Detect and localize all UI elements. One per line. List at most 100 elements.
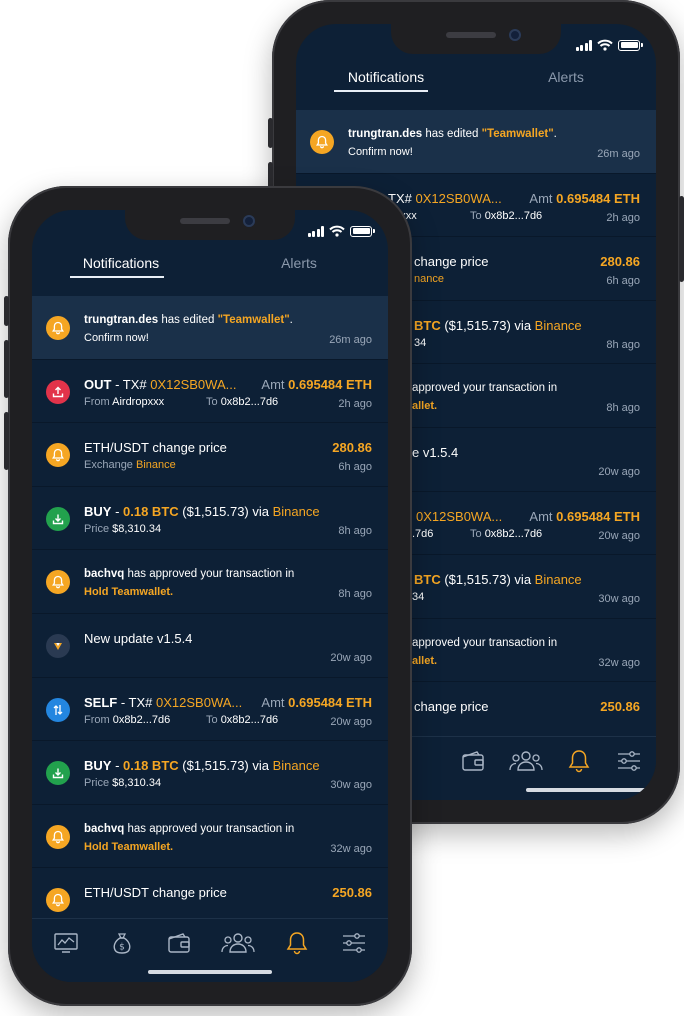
home-indicator[interactable] xyxy=(526,788,650,792)
list-item[interactable]: bachvq has approved your transaction in … xyxy=(32,805,388,869)
item-time: 26m ago xyxy=(597,148,640,160)
nav-notifications[interactable] xyxy=(562,747,596,775)
item-time: 8h ago xyxy=(338,588,372,601)
item-time: 20w ago xyxy=(598,465,640,478)
list-item[interactable]: ETH/USDT change price 250.86 xyxy=(32,868,388,918)
tab-alerts[interactable]: Alerts xyxy=(476,69,656,85)
list-item[interactable]: ETH/USDT change price Exchange Binance 2… xyxy=(32,423,388,487)
bell-icon xyxy=(568,750,590,773)
item-to: To 0x8b2...7d6 xyxy=(470,209,543,222)
bell-icon xyxy=(46,888,70,913)
signal-icon xyxy=(575,39,592,51)
tab-alerts[interactable]: Alerts xyxy=(210,255,388,271)
wifi-icon xyxy=(329,225,345,237)
item-title: BUY - 0.18 BTC ($1,515.73) via Binance xyxy=(84,503,320,519)
nav-settings[interactable] xyxy=(337,929,371,957)
list-item[interactable]: SELF - TX# 0X12SB0WA... Amt 0.695484 ETH… xyxy=(32,678,388,742)
front-screen: Notifications Alerts trungtran.des has e… xyxy=(32,210,388,982)
item-time: 8h ago xyxy=(606,338,640,351)
bell-icon xyxy=(46,316,70,340)
item-to: To 0x8b2...7d6 xyxy=(206,713,279,726)
svg-text:$: $ xyxy=(120,943,126,953)
nav-team[interactable] xyxy=(506,747,546,775)
list-item[interactable]: OUT - TX# 0X12SB0WA... Amt 0.695484 ETH … xyxy=(32,360,388,424)
list-item[interactable]: bachvq has approved your transaction in … xyxy=(32,550,388,614)
item-title: BTC ($1,515.73) via Binance xyxy=(414,572,582,588)
status-bar xyxy=(307,224,375,238)
item-amount: Amt 0.695484 ETH xyxy=(529,190,640,206)
item-subtitle: Confirm now! xyxy=(348,146,413,158)
item-title: 0X12SB0WA... xyxy=(416,508,503,524)
upload-icon xyxy=(46,379,70,404)
item-subtitle: Exchange Binance xyxy=(84,459,176,472)
app-logo-icon xyxy=(46,633,70,658)
list-item[interactable]: New update v1.5.4 20w ago xyxy=(32,614,388,678)
item-time: 30w ago xyxy=(598,593,640,606)
item-time: 6h ago xyxy=(338,461,372,474)
item-title: SELF - TX# 0X12SB0WA... xyxy=(84,694,243,710)
list-item[interactable]: BUY - 0.18 BTC ($1,515.73) via Binance P… xyxy=(32,487,388,551)
tab-notifications[interactable]: Notifications xyxy=(296,69,476,85)
nav-chart[interactable] xyxy=(49,929,83,957)
status-bar xyxy=(575,38,643,52)
nav-wallet[interactable] xyxy=(456,747,490,775)
home-indicator[interactable] xyxy=(148,970,272,974)
list-item[interactable]: BUY - 0.18 BTC ($1,515.73) via Binance P… xyxy=(32,741,388,805)
chart-icon xyxy=(54,933,78,953)
notification-list: trungtran.des has edited "Teamwallet". C… xyxy=(32,296,388,918)
item-subtitle: 34 xyxy=(412,591,425,604)
list-item[interactable]: trungtran.des has edited "Teamwallet". C… xyxy=(296,110,656,174)
item-amount: Amt 0.695484 ETH xyxy=(261,376,372,392)
nav-team[interactable] xyxy=(218,929,258,957)
item-subtitle: 34 xyxy=(414,336,427,349)
nav-money[interactable]: $ xyxy=(105,929,139,957)
money-bag-icon: $ xyxy=(114,933,131,954)
battery-icon xyxy=(350,225,375,237)
item-title: trungtran.des has edited "Teamwallet". xyxy=(348,128,557,140)
item-value: 280.86 xyxy=(332,440,372,456)
nav-wallet[interactable] xyxy=(162,929,196,957)
tab-underline xyxy=(70,276,164,278)
team-icon xyxy=(509,751,543,771)
notch xyxy=(125,210,295,240)
item-title: BTC ($1,515.73) via Binance xyxy=(414,317,582,333)
nav-notifications[interactable] xyxy=(280,929,314,957)
item-title: OUT - TX# 0X12SB0WA... xyxy=(84,376,237,392)
signal-icon xyxy=(307,225,324,237)
download-icon xyxy=(46,761,70,786)
wifi-icon xyxy=(597,39,613,51)
item-time: 2h ago xyxy=(338,397,372,410)
team-icon xyxy=(221,933,255,953)
item-value: 250.86 xyxy=(332,885,372,901)
item-title: change price xyxy=(414,254,489,270)
item-title: bachvq has approved your transaction in xyxy=(84,568,295,581)
item-subtitle: Hold Teamwallet. xyxy=(84,586,174,599)
item-title: ETH/USDT change price xyxy=(84,885,227,901)
item-time: 8h ago xyxy=(338,524,372,537)
item-amount: Amt 0.695484 ETH xyxy=(529,508,640,524)
item-time: 6h ago xyxy=(606,275,640,288)
swap-icon xyxy=(46,697,70,722)
download-icon xyxy=(46,506,70,531)
bell-icon xyxy=(46,570,70,595)
front-phone: Notifications Alerts trungtran.des has e… xyxy=(4,186,412,1006)
settings-sliders-icon xyxy=(618,751,640,771)
item-amount: Amt 0.695484 ETH xyxy=(261,694,372,710)
item-time: 20w ago xyxy=(598,529,640,542)
list-item[interactable]: trungtran.des has edited "Teamwallet". C… xyxy=(32,296,388,360)
item-title: e v1.5.4 xyxy=(412,444,459,460)
item-time: 32w ago xyxy=(330,842,372,855)
nav-settings[interactable] xyxy=(612,747,646,775)
tab-notifications[interactable]: Notifications xyxy=(32,255,210,271)
item-subtitle: Hold Teamwallet. xyxy=(84,840,174,853)
bell-icon xyxy=(46,824,70,849)
item-from: .7d6 xyxy=(412,527,434,540)
item-title: ETH/USDT change price xyxy=(84,440,227,456)
item-title: approved your transaction in xyxy=(412,382,558,395)
item-time: 30w ago xyxy=(330,779,372,792)
item-title: bachvq has approved your transaction in xyxy=(84,822,295,835)
item-subtitle: nance xyxy=(414,273,444,286)
item-time: 26m ago xyxy=(329,334,372,346)
item-subtitle: Confirm now! xyxy=(84,332,149,344)
bell-icon xyxy=(287,932,308,955)
